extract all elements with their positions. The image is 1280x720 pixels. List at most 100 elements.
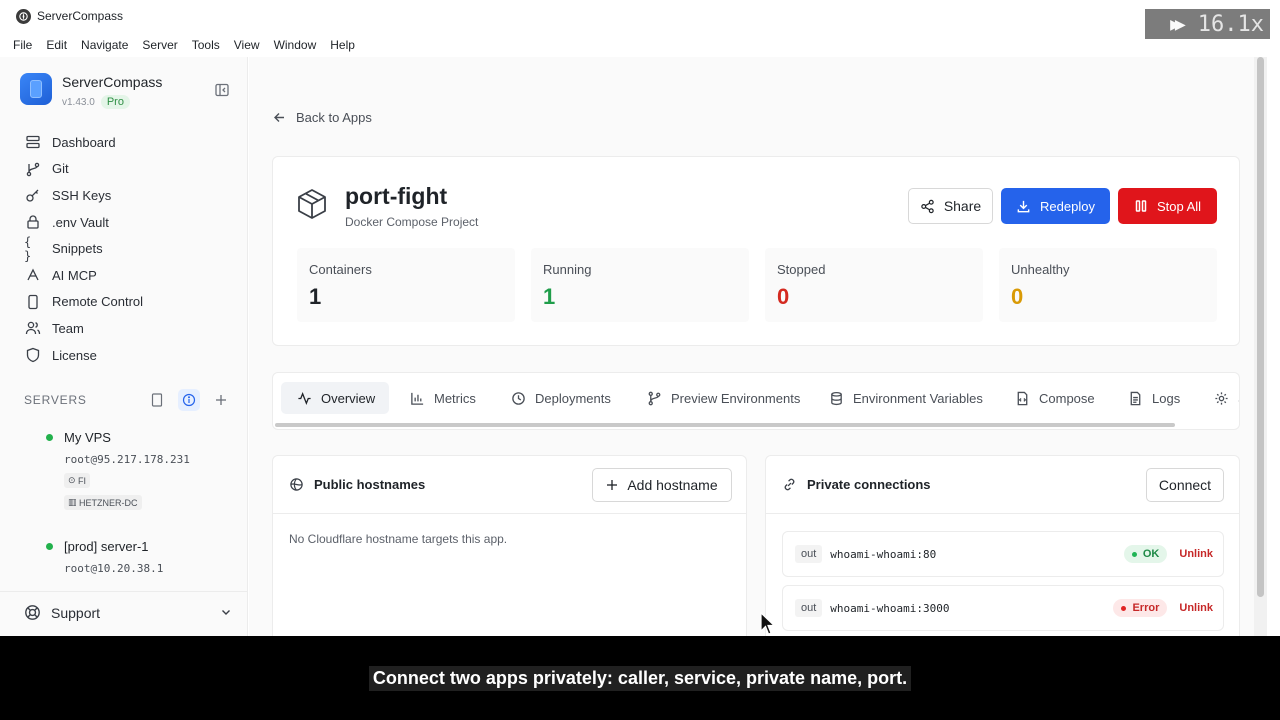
users-icon bbox=[24, 319, 42, 337]
redeploy-button[interactable]: Redeploy bbox=[1001, 188, 1110, 224]
sidebar-item-remote-control[interactable]: Remote Control bbox=[24, 289, 143, 316]
gear-icon bbox=[1215, 391, 1228, 405]
sidebar-item-env-vault[interactable]: .env Vault bbox=[24, 209, 143, 236]
link-icon bbox=[784, 478, 795, 491]
tab-label: Compose bbox=[1039, 390, 1095, 406]
sidebar-item-label: Remote Control bbox=[52, 294, 144, 310]
app-version: v1.43.0 bbox=[62, 96, 95, 108]
provider-tag-label: HETZNER-DC bbox=[79, 497, 138, 508]
tabs-scrollbar[interactable] bbox=[275, 423, 1175, 427]
add-server-icon[interactable] bbox=[210, 389, 232, 411]
sidebar-item-label: Dashboard bbox=[52, 134, 116, 150]
clock-icon bbox=[512, 391, 525, 405]
support-menu[interactable]: Support bbox=[24, 604, 232, 621]
server-status-dot bbox=[46, 434, 53, 441]
building-icon: ▥ bbox=[68, 497, 80, 507]
tab-environment-variables[interactable]: Environment Variables bbox=[829, 382, 983, 414]
menu-server[interactable]: Server bbox=[135, 38, 184, 52]
app-window: ServerCompass v1.43.0 Pro Dashboard Git … bbox=[0, 57, 1280, 636]
caption-text: Connect two apps privately: caller, serv… bbox=[368, 665, 912, 691]
empty-state-message: No Cloudflare hostname targets this app. bbox=[289, 532, 508, 546]
fast-forward-icon: ▶▶ bbox=[1170, 13, 1186, 35]
tab-overview[interactable]: Overview bbox=[281, 382, 390, 414]
tab-deployments[interactable]: Deployments bbox=[511, 382, 611, 414]
main-scrollbar[interactable] bbox=[1254, 57, 1267, 636]
location-tag: ⊙ FI bbox=[64, 473, 91, 488]
menu-file[interactable]: File bbox=[6, 38, 39, 52]
globe-icon bbox=[290, 478, 303, 491]
tab-settings[interactable]: S bbox=[1214, 382, 1239, 414]
menu-help[interactable]: Help bbox=[323, 38, 362, 52]
playback-speed-overlay: ▶▶ 16.1x bbox=[1145, 9, 1270, 39]
project-header-card: port-fight Docker Compose Project Share … bbox=[272, 156, 1240, 346]
video-caption: Connect two apps privately: caller, serv… bbox=[0, 636, 1280, 720]
main-content: Back to Apps port-fight Docker Compose P… bbox=[249, 57, 1267, 636]
file-code-icon bbox=[1017, 391, 1028, 405]
sidebar-divider bbox=[0, 591, 248, 592]
status-label: Error bbox=[1132, 602, 1160, 614]
stop-all-button[interactable]: Stop All bbox=[1118, 188, 1217, 224]
download-icon bbox=[1017, 200, 1030, 212]
support-label: Support bbox=[51, 604, 101, 621]
tab-label: Environment Variables bbox=[853, 390, 983, 406]
sidebar-item-dashboard[interactable]: Dashboard bbox=[24, 129, 143, 156]
status-badge: OK bbox=[1123, 545, 1168, 563]
stat-value: 1 bbox=[309, 284, 322, 309]
connect-button[interactable]: Connect bbox=[1146, 468, 1224, 502]
share-label: Share bbox=[943, 198, 982, 214]
sidebar-item-ssh-keys[interactable]: SSH Keys bbox=[24, 182, 143, 209]
stat-label: Unhealthy bbox=[1011, 262, 1070, 277]
menu-view[interactable]: View bbox=[227, 38, 267, 52]
sidebar-item-label: SSH Keys bbox=[52, 187, 112, 203]
sidebar-item-label: License bbox=[52, 347, 97, 363]
chevron-down-icon bbox=[220, 605, 232, 621]
tab-preview-environments[interactable]: Preview Environments bbox=[647, 382, 800, 414]
tab-metrics[interactable]: Metrics bbox=[410, 382, 476, 414]
share-icon bbox=[921, 199, 934, 213]
location-pin-icon: ⊙ bbox=[68, 475, 79, 485]
tab-logs[interactable]: Logs bbox=[1128, 382, 1180, 414]
sidebar-item-label: .env Vault bbox=[52, 214, 109, 230]
sidebar-item-git[interactable]: Git bbox=[24, 156, 143, 183]
back-to-apps-link[interactable]: Back to Apps bbox=[273, 110, 372, 125]
unlink-button[interactable]: Unlink bbox=[1179, 602, 1213, 614]
tab-label: Logs bbox=[1152, 390, 1181, 406]
stat-label: Stopped bbox=[777, 262, 826, 277]
scrollbar-thumb[interactable] bbox=[1257, 57, 1264, 597]
stat-label: Containers bbox=[309, 262, 372, 277]
connection-target: whoami-whoami:80 bbox=[830, 547, 937, 561]
sidebar-item-snippets[interactable]: { } Snippets bbox=[24, 235, 143, 263]
redeploy-label: Redeploy bbox=[1040, 198, 1095, 214]
arrow-left-icon bbox=[274, 113, 284, 122]
sidebar-item-team[interactable]: Team bbox=[24, 315, 143, 342]
share-button[interactable]: Share bbox=[908, 188, 993, 224]
stat-containers: Containers 1 bbox=[297, 248, 515, 322]
server-item-prod-server-1[interactable]: [prod] server-1 root@10.20.38.1 bbox=[46, 539, 163, 575]
menu-window[interactable]: Window bbox=[267, 38, 324, 52]
menu-bar: File Edit Navigate Server Tools View Win… bbox=[0, 32, 1280, 57]
tab-compose[interactable]: Compose bbox=[1015, 382, 1095, 414]
app-logo-icon bbox=[16, 8, 31, 24]
tab-label: Metrics bbox=[434, 390, 476, 406]
key-icon bbox=[24, 186, 42, 204]
panel-title: Private connections bbox=[807, 477, 931, 492]
tab-label: Deployments bbox=[535, 390, 611, 406]
collapse-sidebar-icon[interactable] bbox=[214, 82, 230, 98]
bar-chart-icon bbox=[411, 392, 424, 405]
stat-value: 0 bbox=[1011, 284, 1024, 309]
server-list-view-icon[interactable] bbox=[146, 389, 168, 411]
sidebar-item-label: Team bbox=[52, 320, 84, 336]
sidebar-item-license[interactable]: License bbox=[24, 342, 143, 369]
sidebar-item-ai-mcp[interactable]: AI MCP bbox=[24, 262, 143, 289]
project-title: port-fight bbox=[345, 183, 448, 209]
add-hostname-button[interactable]: Add hostname bbox=[592, 468, 732, 502]
menu-tools[interactable]: Tools bbox=[185, 38, 227, 52]
server-item-my-vps[interactable]: My VPS root@95.217.178.231 ⊙ FI ▥ HETZNE… bbox=[46, 430, 190, 510]
menu-navigate[interactable]: Navigate bbox=[74, 38, 135, 52]
menu-edit[interactable]: Edit bbox=[39, 38, 74, 52]
unlink-button[interactable]: Unlink bbox=[1179, 548, 1213, 560]
stat-unhealthy: Unhealthy 0 bbox=[999, 248, 1217, 322]
panel-title: Public hostnames bbox=[314, 477, 426, 492]
info-icon[interactable] bbox=[178, 389, 200, 411]
sidebar-item-label: Snippets bbox=[52, 241, 103, 257]
